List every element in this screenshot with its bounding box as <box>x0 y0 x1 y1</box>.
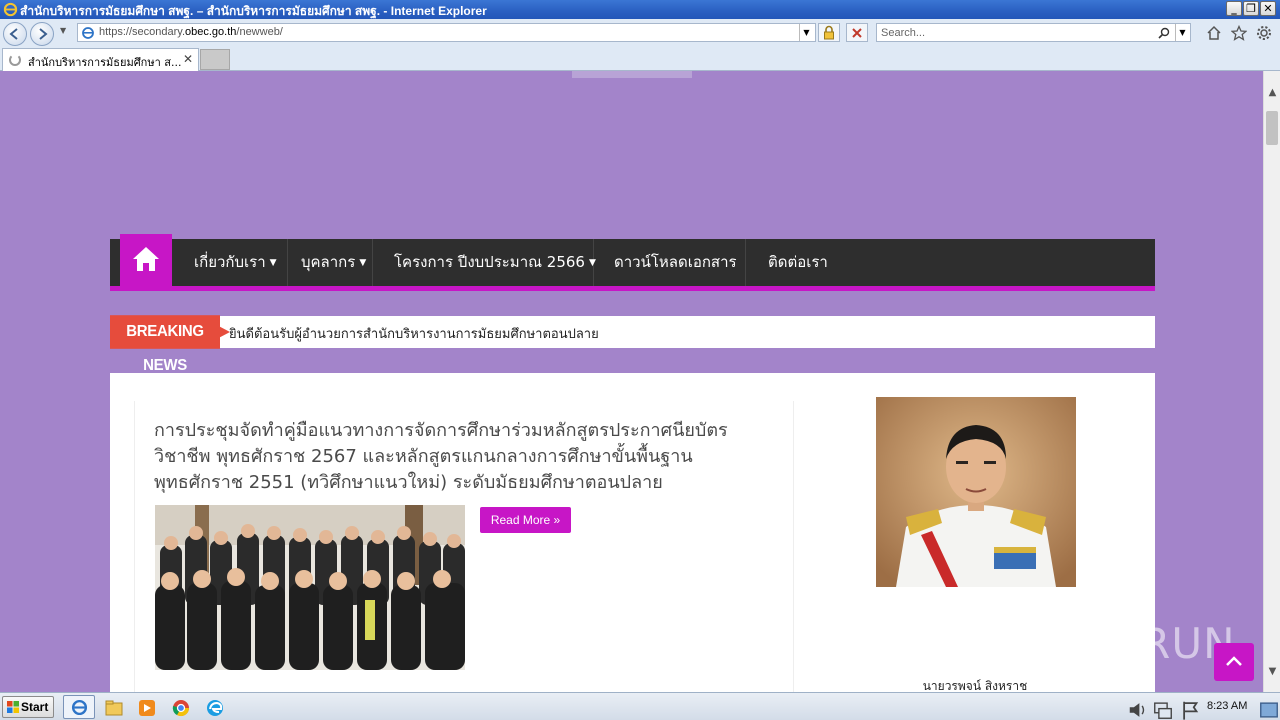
internet-explorer-icon <box>3 2 18 17</box>
scroll-up-arrow-icon[interactable]: ▲ <box>1264 84 1280 101</box>
taskbar: Start 8:23 AM <box>0 692 1280 720</box>
portrait-image <box>876 397 1076 587</box>
post-image[interactable] <box>155 505 465 670</box>
chevron-down-icon: ▼ <box>269 258 277 268</box>
breaking-news-headline[interactable]: ยินดีต้อนรับผู้อำนวยการสำนักบริหารงานการ… <box>229 323 599 344</box>
page-viewport: เกี่ยวกับเรา ▼ บุคลากร ▼ โครงการ ปีงบประมา… <box>0 71 1263 692</box>
chevron-down-icon: ▼ <box>359 258 367 268</box>
tab-label: สำนักบริหารการมัธยมศึกษา ส... <box>28 56 182 69</box>
breaking-news-bar: BREAKING NEWS ยินดีต้อนรับผู้อำนวยการสำน… <box>110 315 1155 374</box>
search-icon[interactable] <box>1158 27 1170 39</box>
window-title-bar[interactable]: สำนักบริหารการมัธยมศึกษา สพฐ. – สำนักบริ… <box>0 0 1280 19</box>
restore-button[interactable]: ❐ <box>1243 1 1259 16</box>
vertical-scrollbar[interactable]: ▲ ▼ <box>1263 71 1280 692</box>
director-portrait[interactable] <box>876 397 1076 587</box>
nav-home-button[interactable] <box>120 234 172 286</box>
url-dropdown-icon[interactable]: ▼ <box>799 24 813 41</box>
back-button[interactable] <box>3 22 27 46</box>
nav-item-label: ดาวน์โหลดเอกสาร <box>614 253 737 271</box>
file-explorer-icon[interactable] <box>103 697 125 719</box>
nav-item-about[interactable]: เกี่ยวกับเรา ▼ <box>182 239 288 286</box>
forward-arrow-icon <box>39 28 48 40</box>
nav-item-label: บุคลากร <box>301 253 356 271</box>
chrome-icon[interactable] <box>170 697 192 719</box>
clock[interactable]: 8:23 AM <box>1207 700 1247 712</box>
url-text: https://secondary.obec.go.th/newweb/ <box>99 26 283 38</box>
tab-active[interactable]: สำนักบริหารการมัธยมศึกษา ส... ✕ <box>2 48 199 71</box>
address-toolbar: ▼ https://secondary.obec.go.th/newweb/ ▼… <box>0 19 1280 46</box>
nav-item-label: ติดต่อเรา <box>768 253 828 271</box>
post-title[interactable]: การประชุมจัดทำคู่มือแนวทางการจัดการศึกษา… <box>154 418 784 496</box>
search-placeholder: Search... <box>881 27 926 39</box>
favorites-star-icon[interactable] <box>1231 25 1247 41</box>
nav-item-label: โครงการ ปีงบประมาณ 2566 <box>394 253 585 271</box>
tab-close-icon[interactable]: ✕ <box>183 52 193 66</box>
edge-icon[interactable] <box>204 697 226 719</box>
top-decoration <box>572 71 692 78</box>
settings-gear-icon[interactable] <box>1256 25 1272 41</box>
history-dropdown-icon[interactable]: ▼ <box>60 26 66 35</box>
chevron-up-icon <box>1226 656 1242 666</box>
main-nav: เกี่ยวกับเรา ▼ บุคลากร ▼ โครงการ ปีงบประมา… <box>110 234 1155 291</box>
stop-icon <box>852 28 862 38</box>
stop-button[interactable] <box>846 23 868 42</box>
post-card: การประชุมจัดทำคู่มือแนวทางการจัดการศึกษา… <box>134 401 794 692</box>
url-suffix: /newweb/ <box>236 26 283 38</box>
loading-spinner-icon <box>9 54 21 66</box>
director-name: นายวรพจน์ สิงหราช <box>922 679 1028 692</box>
media-player-icon[interactable] <box>136 697 158 719</box>
windows-flag-icon <box>7 701 19 713</box>
show-desktop-icon[interactable] <box>1258 699 1280 720</box>
breaking-news-tag: BREAKING NEWS <box>110 315 230 374</box>
nav-item-staff[interactable]: บุคลากร ▼ <box>289 239 373 286</box>
forward-button[interactable] <box>30 22 54 46</box>
search-dropdown-icon[interactable]: ▼ <box>1175 24 1189 41</box>
read-more-button[interactable]: Read More » <box>480 507 571 533</box>
start-label: Start <box>21 700 49 714</box>
security-lock-button[interactable] <box>818 23 840 42</box>
page-icon <box>82 27 94 39</box>
nav-item-downloads[interactable]: ดาวน์โหลดเอกสาร <box>595 239 746 286</box>
nav-item-label: เกี่ยวกับเรา <box>194 253 266 271</box>
nav-item-projects[interactable]: โครงการ ปีงบประมาณ 2566 ▼ <box>374 239 596 286</box>
new-tab-button[interactable] <box>200 49 230 70</box>
taskbar-ie-button[interactable] <box>63 695 95 719</box>
home-icon <box>133 247 159 271</box>
volume-icon[interactable] <box>1127 699 1149 720</box>
anyrun-watermark: ANY RUN <box>1038 619 1236 668</box>
scroll-thumb[interactable] <box>1266 111 1278 145</box>
address-bar[interactable]: https://secondary.obec.go.th/newweb/ ▼ <box>77 23 816 42</box>
nav-item-contact[interactable]: ติดต่อเรา <box>747 239 837 286</box>
back-arrow-icon <box>9 28 18 40</box>
tab-strip: สำนักบริหารการมัธยมศึกษา ส... ✕ <box>0 46 1280 71</box>
action-center-flag-icon[interactable] <box>1180 699 1202 720</box>
url-domain: obec.go.th <box>185 26 237 38</box>
content-area: การประชุมจัดทำคู่มือแนวทางการจัดการศึกษา… <box>110 373 1155 692</box>
close-button[interactable]: ✕ <box>1260 1 1276 16</box>
search-input[interactable]: Search... ▼ <box>876 23 1191 42</box>
url-prefix: https://secondary. <box>99 26 186 38</box>
scroll-down-arrow-icon[interactable]: ▼ <box>1264 663 1280 680</box>
group-photo-image <box>155 505 465 670</box>
start-button[interactable]: Start <box>2 696 54 718</box>
back-to-top-button[interactable] <box>1214 643 1254 681</box>
minimize-button[interactable]: _ <box>1226 1 1242 16</box>
lock-icon <box>824 25 834 40</box>
network-icon[interactable] <box>1152 699 1174 720</box>
internet-explorer-icon <box>71 699 88 716</box>
home-icon[interactable] <box>1206 25 1222 41</box>
